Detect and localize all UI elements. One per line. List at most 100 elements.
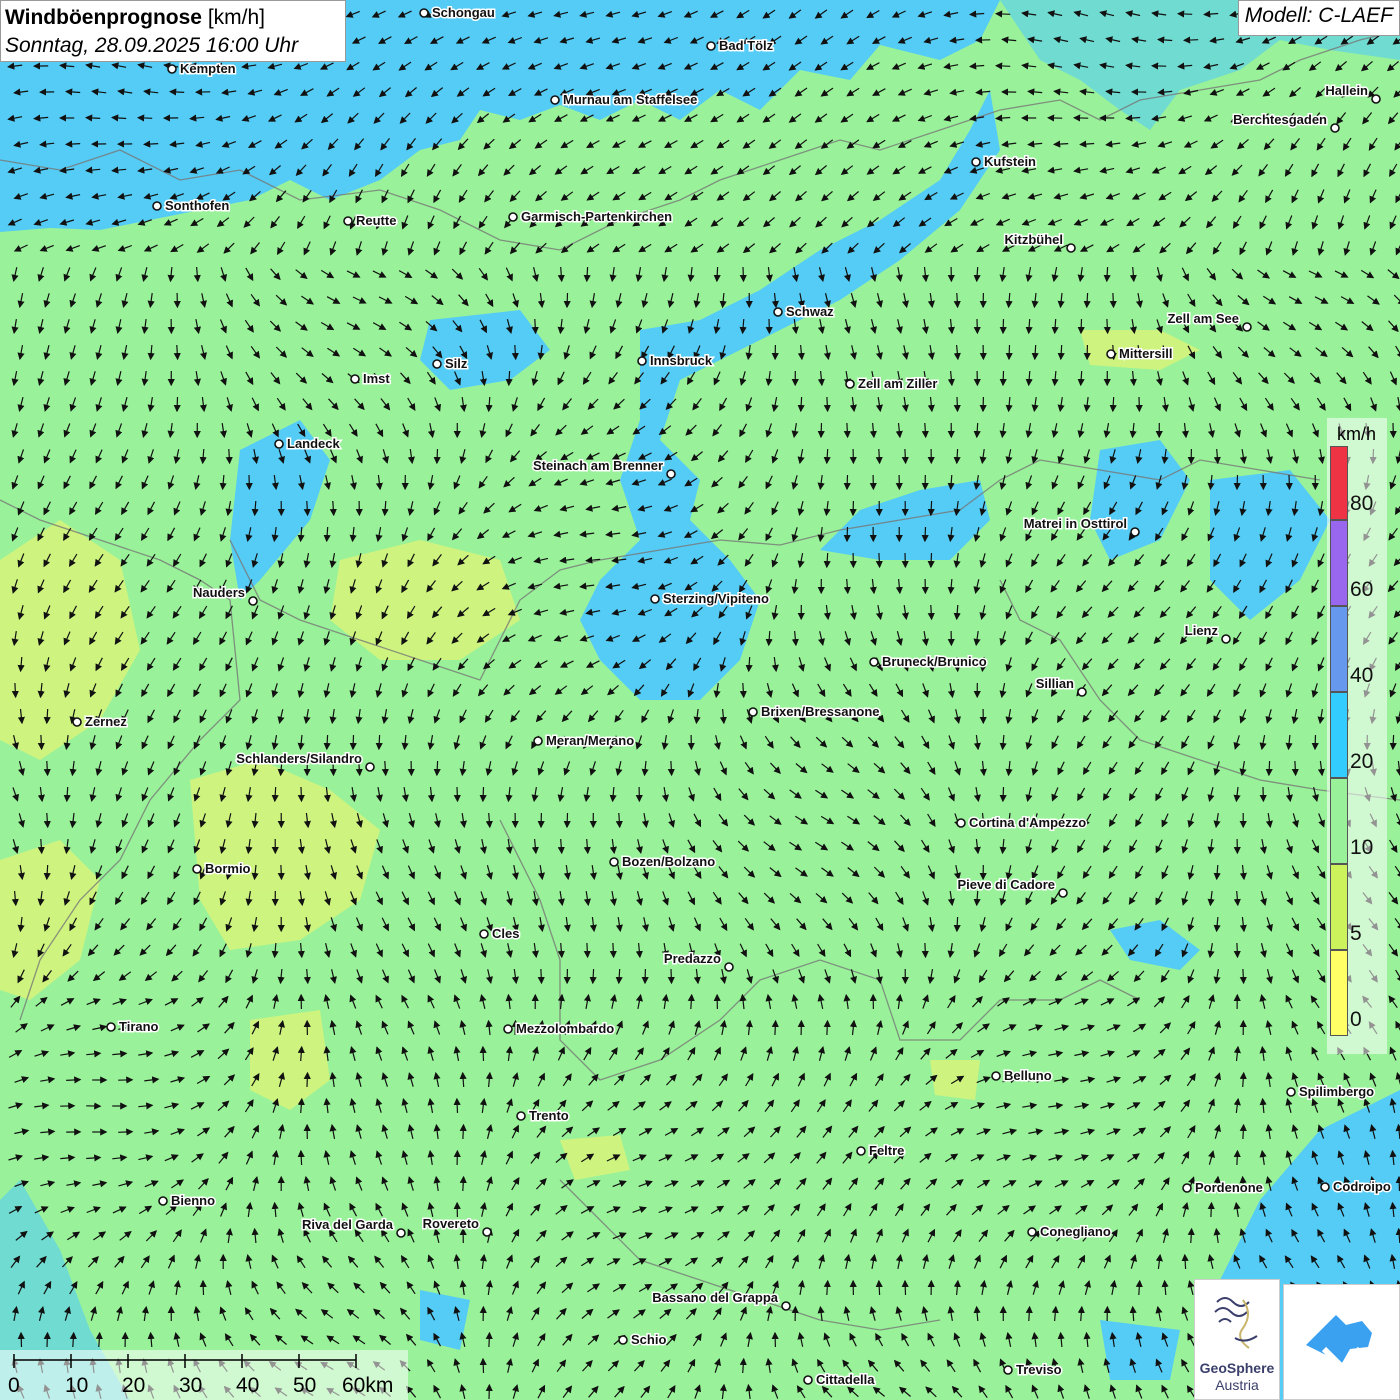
wind-arrow: [277, 864, 285, 881]
wind-arrow: [11, 682, 19, 699]
city-label: Predazzo: [664, 951, 721, 966]
city-marker: Zell am Ziller: [845, 375, 939, 393]
city-label: Zell am Ziller: [858, 376, 937, 391]
city-dot: [508, 212, 518, 222]
legend-label: 20: [1350, 750, 1374, 773]
geosphere-text: GeoSphere: [1199, 1360, 1275, 1376]
city-marker: Brixen/Bressanone: [748, 703, 881, 721]
wind-arrow: [797, 396, 805, 413]
city-label: Bienno: [171, 1193, 215, 1208]
city-dot: [650, 594, 660, 604]
city-marker: Pordenone: [1182, 1179, 1264, 1197]
geosphere-logo-icon: [1214, 1297, 1258, 1349]
city-dot: [773, 307, 783, 317]
city-label: Zernez: [85, 714, 127, 729]
scale-label: 50: [293, 1374, 317, 1397]
wind-arrow: [875, 1279, 883, 1296]
city-dot: [956, 818, 966, 828]
city-label: Treviso: [1016, 1362, 1062, 1377]
city-label: Conegliano: [1040, 1224, 1111, 1239]
wind-arrow: [453, 1097, 461, 1114]
city-label: Schwaz: [786, 304, 834, 319]
city-dot: [482, 1227, 492, 1237]
city-label: Innsbruck: [650, 353, 713, 368]
wind-arrow: [349, 734, 357, 751]
city-dot: [72, 717, 82, 727]
wind-arrow: [999, 786, 1007, 803]
wind-arrow: [453, 786, 461, 803]
city-label: Matrei in Osttirol: [1024, 516, 1127, 531]
city-dot: [503, 1024, 513, 1034]
wind-arrow: [505, 370, 513, 387]
city-label: Kitzbühel: [1005, 232, 1064, 247]
city-label: Landeck: [287, 436, 341, 451]
geosphere-logo[interactable]: GeoSphere Austria: [1194, 1279, 1280, 1400]
city-label: Schongau: [432, 5, 495, 20]
city-dot: [637, 356, 647, 366]
city-dot: [666, 469, 676, 479]
scale-label: 0: [8, 1374, 20, 1397]
wind-arrow: [225, 448, 233, 465]
color-legend: km/h 0 5 10 20 40 60 80: [1327, 418, 1387, 1054]
city-dot: [618, 1335, 628, 1345]
legend-swatch-5-10: [1330, 864, 1348, 950]
wind-arrow: [66, 1076, 82, 1084]
city-label: Lienz: [1185, 623, 1219, 638]
city-marker: Conegliano: [1027, 1223, 1112, 1241]
city-dot: [706, 41, 716, 51]
wind-arrow: [875, 448, 883, 465]
wind-arrow: [173, 396, 181, 413]
city-label: Nauders: [193, 585, 245, 600]
wind-arrow: [1077, 318, 1085, 335]
title-main: Windböenprognose: [5, 6, 202, 29]
wind-arrow: [297, 786, 305, 803]
wind-arrow: [118, 1128, 134, 1136]
wind-arrow: [433, 760, 441, 777]
wind-arrow: [531, 318, 539, 335]
city-marker: Mezzolombardo: [503, 1020, 616, 1038]
city-label: Brixen/Bressanone: [761, 704, 880, 719]
city-dot: [1106, 349, 1116, 359]
city-label: Cortina d'Ampezzo: [969, 815, 1086, 830]
wind-arrow: [43, 760, 51, 777]
wind-arrow: [1005, 344, 1013, 361]
city-label: Mezzolombardo: [516, 1021, 614, 1036]
city-dot: [1182, 1183, 1192, 1193]
wind-arrow: [927, 604, 935, 621]
city-label: Schio: [631, 1332, 666, 1347]
city-label: Spilimbergo: [1299, 1084, 1374, 1099]
city-dot: [781, 1301, 791, 1311]
city-dot: [550, 95, 560, 105]
legend-label: 10: [1350, 836, 1374, 859]
wind-arrow: [1285, 474, 1293, 491]
wind-arrow: [901, 448, 909, 465]
wind-arrow: [1183, 36, 1199, 44]
wind-arrow: [1187, 1227, 1195, 1244]
app-logo[interactable]: [1283, 1284, 1400, 1400]
legend-swatch-20-40: [1330, 692, 1348, 778]
city-dot: [1058, 888, 1068, 898]
city-label: Mittersill: [1119, 346, 1172, 361]
city-dot: [869, 657, 879, 667]
wind-gust-map: Schongau Bad Tölz Kempten Murnau am Staffel…: [0, 0, 1400, 1400]
wind-arrow: [823, 1019, 831, 1036]
city-dot: [971, 157, 981, 167]
city-label: Steinach am Brenner: [533, 458, 663, 473]
wind-arrow: [1103, 318, 1111, 335]
scale-label: 10: [65, 1374, 89, 1397]
city-label: Codroipo: [1333, 1179, 1391, 1194]
wind-arrow: [995, 62, 1011, 70]
wind-arrow: [297, 1149, 305, 1166]
wind-arrow: [817, 422, 825, 439]
wind-arrow: [609, 942, 617, 959]
wind-arrow: [173, 344, 181, 361]
legend-label: 40: [1350, 664, 1374, 687]
wind-arrow: [303, 1071, 311, 1088]
city-marker: Bruneck/Brunico: [869, 653, 988, 671]
city-label: Bozen/Bolzano: [622, 854, 715, 869]
wind-arrow: [921, 942, 929, 959]
wind-arrow: [43, 1331, 51, 1348]
wind-arrow: [433, 448, 441, 465]
legend-label: 5: [1350, 922, 1362, 945]
wind-arrow: [563, 812, 571, 829]
